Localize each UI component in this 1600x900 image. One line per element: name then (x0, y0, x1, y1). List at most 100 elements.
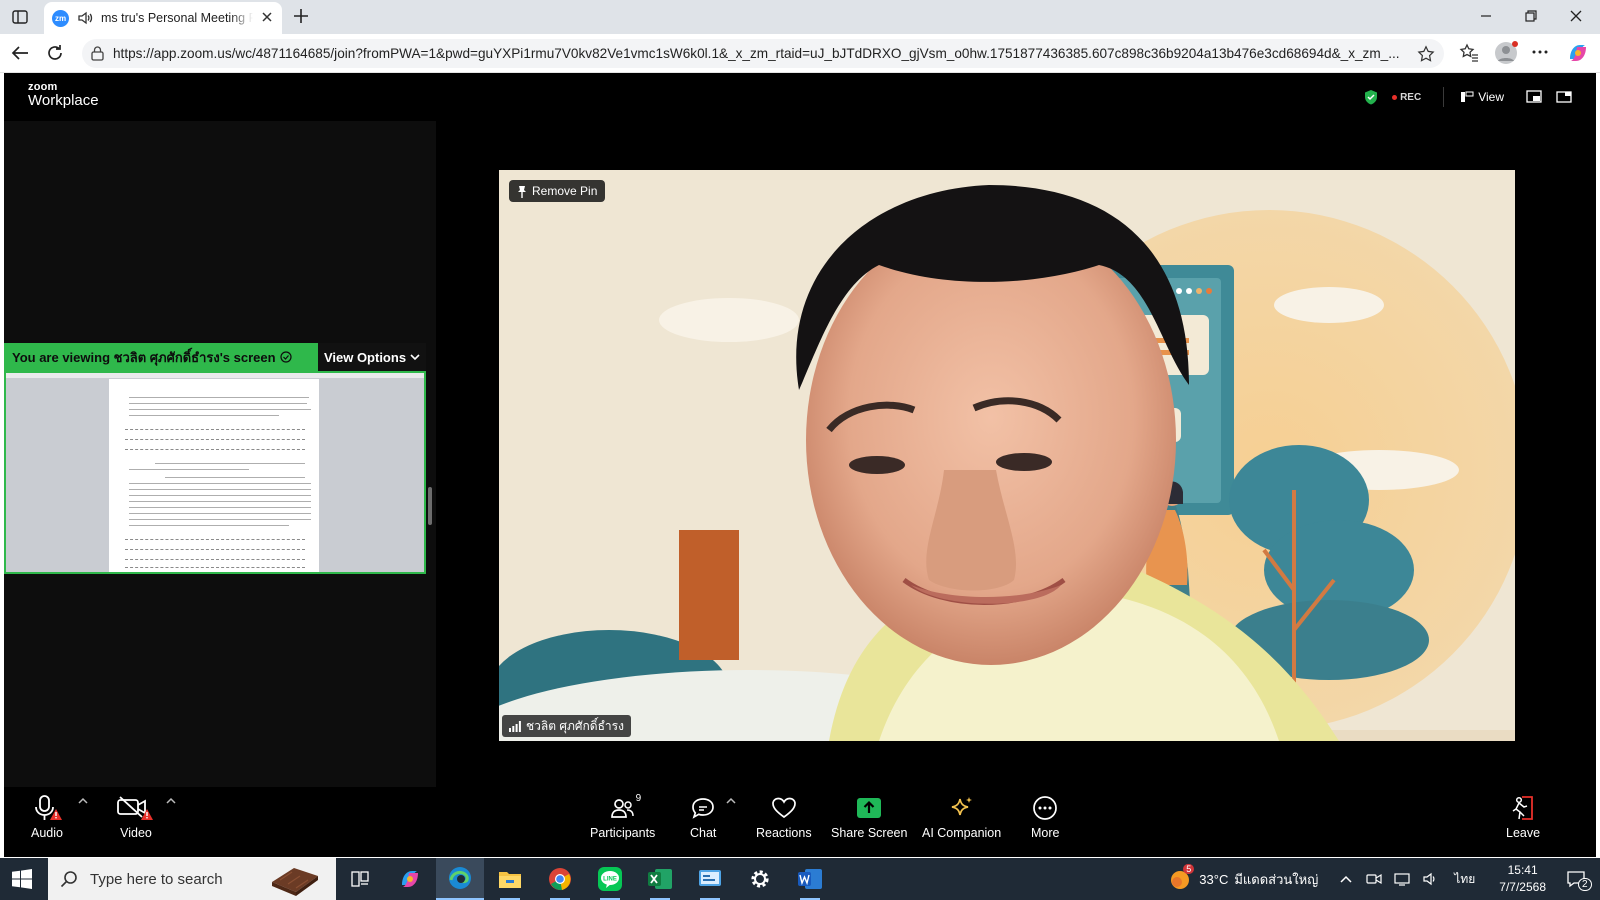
signal-strength-icon (509, 720, 521, 732)
more-button[interactable]: More (1031, 793, 1059, 840)
chat-options-caret-icon[interactable] (726, 797, 736, 804)
taskbar-search-box[interactable]: Type here to search (48, 858, 336, 900)
participant-video-feed (499, 170, 1515, 741)
site-info-icon[interactable] (90, 46, 105, 61)
search-placeholder: Type here to search (90, 870, 223, 888)
document-text-line (129, 415, 279, 416)
share-screen-icon (856, 793, 882, 823)
document-text-line (129, 469, 249, 470)
document-text-line (155, 463, 305, 464)
leave-label: Leave (1506, 826, 1541, 840)
participants-button[interactable]: 9 Participants (590, 793, 655, 840)
participant-name-tag: ชวลิต ศุภศักดิ์ธำรง (502, 715, 631, 737)
input-language[interactable]: ไทย (1454, 870, 1475, 889)
document-text-line (129, 525, 289, 526)
browser-address-bar: https://app.zoom.us/wc/4871164685/join?f… (0, 34, 1600, 73)
video-button[interactable]: Video (116, 793, 156, 840)
share-status-banner: You are viewing ชวลิต ศุภศักดิ์ธำรง's sc… (4, 343, 426, 371)
document-text-line (125, 559, 305, 560)
document-text-line (129, 513, 311, 514)
chat-icon (690, 793, 716, 823)
edge-browser-icon[interactable] (436, 858, 484, 900)
divider (1443, 87, 1445, 107)
reactions-button[interactable]: Reactions (756, 793, 812, 840)
new-tab-icon[interactable] (292, 7, 310, 25)
video-options-caret-icon[interactable] (166, 797, 176, 804)
view-options-button[interactable]: View Options (318, 343, 426, 371)
restore-icon[interactable] (1524, 9, 1538, 23)
minimize-icon[interactable] (1479, 9, 1493, 23)
viewing-screen-label: You are viewing ชวลิต ศุภศักดิ์ธำรง's sc… (4, 347, 318, 368)
close-tab-icon[interactable] (261, 11, 273, 23)
chevron-up-icon[interactable] (1340, 875, 1352, 883)
search-highlight-chocolate-icon (272, 868, 318, 896)
share-screen-button[interactable]: Share Screen (831, 793, 907, 840)
line-app-icon[interactable]: LINE (586, 858, 634, 900)
browser-tab-zoom[interactable]: zm ms tru's Personal Meeting Room (44, 2, 282, 34)
view-button[interactable]: View (1460, 90, 1504, 104)
participants-icon: 9 (610, 793, 641, 823)
weather-text: มีแดดส่วนใหญ่ (1234, 871, 1319, 887)
refresh-icon[interactable] (46, 44, 64, 62)
file-explorer-icon[interactable] (486, 858, 534, 900)
task-view-icon[interactable] (336, 858, 384, 900)
panel-resize-handle[interactable] (428, 487, 432, 525)
favorites-icon[interactable] (1459, 43, 1479, 63)
weather-temp: 33°C (1199, 871, 1229, 887)
ai-companion-button[interactable]: AI Companion (922, 793, 1001, 840)
excel-icon[interactable] (636, 858, 684, 900)
network-icon[interactable] (1394, 872, 1410, 886)
copilot-icon[interactable] (1566, 41, 1590, 65)
fullscreen-icon[interactable] (1556, 90, 1572, 104)
settings-gear-icon[interactable] (736, 858, 784, 900)
audio-button[interactable]: Audio (30, 793, 64, 840)
close-window-icon[interactable] (1569, 9, 1583, 23)
notification-count: 2 (1578, 878, 1592, 891)
audio-playing-icon[interactable] (77, 11, 93, 25)
document-text-line (125, 429, 305, 430)
zoom-meeting-window: zoom Workplace REC View You are viewing … (4, 73, 1596, 857)
chrome-icon[interactable] (536, 858, 584, 900)
participants-label: Participants (590, 826, 656, 840)
remove-pin-button[interactable]: Remove Pin (509, 180, 606, 202)
word-icon[interactable] (786, 858, 834, 900)
leave-exit-icon (1510, 793, 1536, 823)
meet-now-icon[interactable] (1366, 872, 1382, 886)
picture-in-picture-icon[interactable] (1526, 90, 1542, 104)
leave-button[interactable]: Leave (1506, 793, 1540, 840)
chat-button[interactable]: Chat (690, 793, 716, 840)
recording-indicator[interactable]: REC (1392, 92, 1421, 103)
url-bar[interactable]: https://app.zoom.us/wc/4871164685/join?f… (82, 39, 1444, 68)
back-arrow-icon[interactable] (10, 44, 30, 62)
clock-time: 15:41 (1507, 863, 1538, 877)
clock-date: 7/7/2568 (1499, 880, 1546, 894)
document-text-line (129, 501, 311, 502)
profile-avatar-icon[interactable] (1493, 40, 1519, 66)
control-panel-icon[interactable] (686, 858, 734, 900)
meeting-controls-toolbar: Audio Video 9 Participants Chat Reaction… (4, 787, 1596, 857)
logo-workplace-text: Workplace (28, 92, 99, 109)
shared-screen-content[interactable] (4, 371, 426, 574)
more-options-icon[interactable] (1531, 43, 1549, 61)
windows-start-icon[interactable] (12, 869, 32, 889)
document-text-line (125, 539, 305, 540)
notifications-icon[interactable]: 2 (1566, 870, 1592, 891)
zoom-favicon-icon: zm (52, 9, 69, 27)
favorite-star-icon[interactable] (1417, 45, 1435, 63)
audio-options-caret-icon[interactable] (78, 797, 88, 804)
encryption-shield-icon[interactable] (1364, 89, 1378, 105)
volume-icon[interactable] (1422, 872, 1438, 886)
weather-widget[interactable]: 5 33°C มีแดดส่วนใหญ่ (1169, 864, 1319, 891)
url-text[interactable]: https://app.zoom.us/wc/4871164685/join?f… (113, 46, 1408, 61)
microphone-warning-icon (30, 793, 64, 823)
copilot-taskbar-icon[interactable] (386, 858, 434, 900)
pinned-video-tile[interactable]: Remove Pin ชวลิต ศุภศักดิ์ธำรง (499, 170, 1515, 741)
tab-actions-icon[interactable] (8, 6, 32, 28)
svg-text:LINE: LINE (603, 877, 617, 883)
participants-count: 9 (635, 793, 642, 804)
taskbar-clock[interactable]: 15:41 7/7/2568 (1499, 862, 1546, 896)
check-circle-icon (279, 351, 292, 363)
document-text-line (129, 489, 311, 490)
document-text-line (125, 449, 305, 450)
document-text-line (125, 549, 305, 550)
